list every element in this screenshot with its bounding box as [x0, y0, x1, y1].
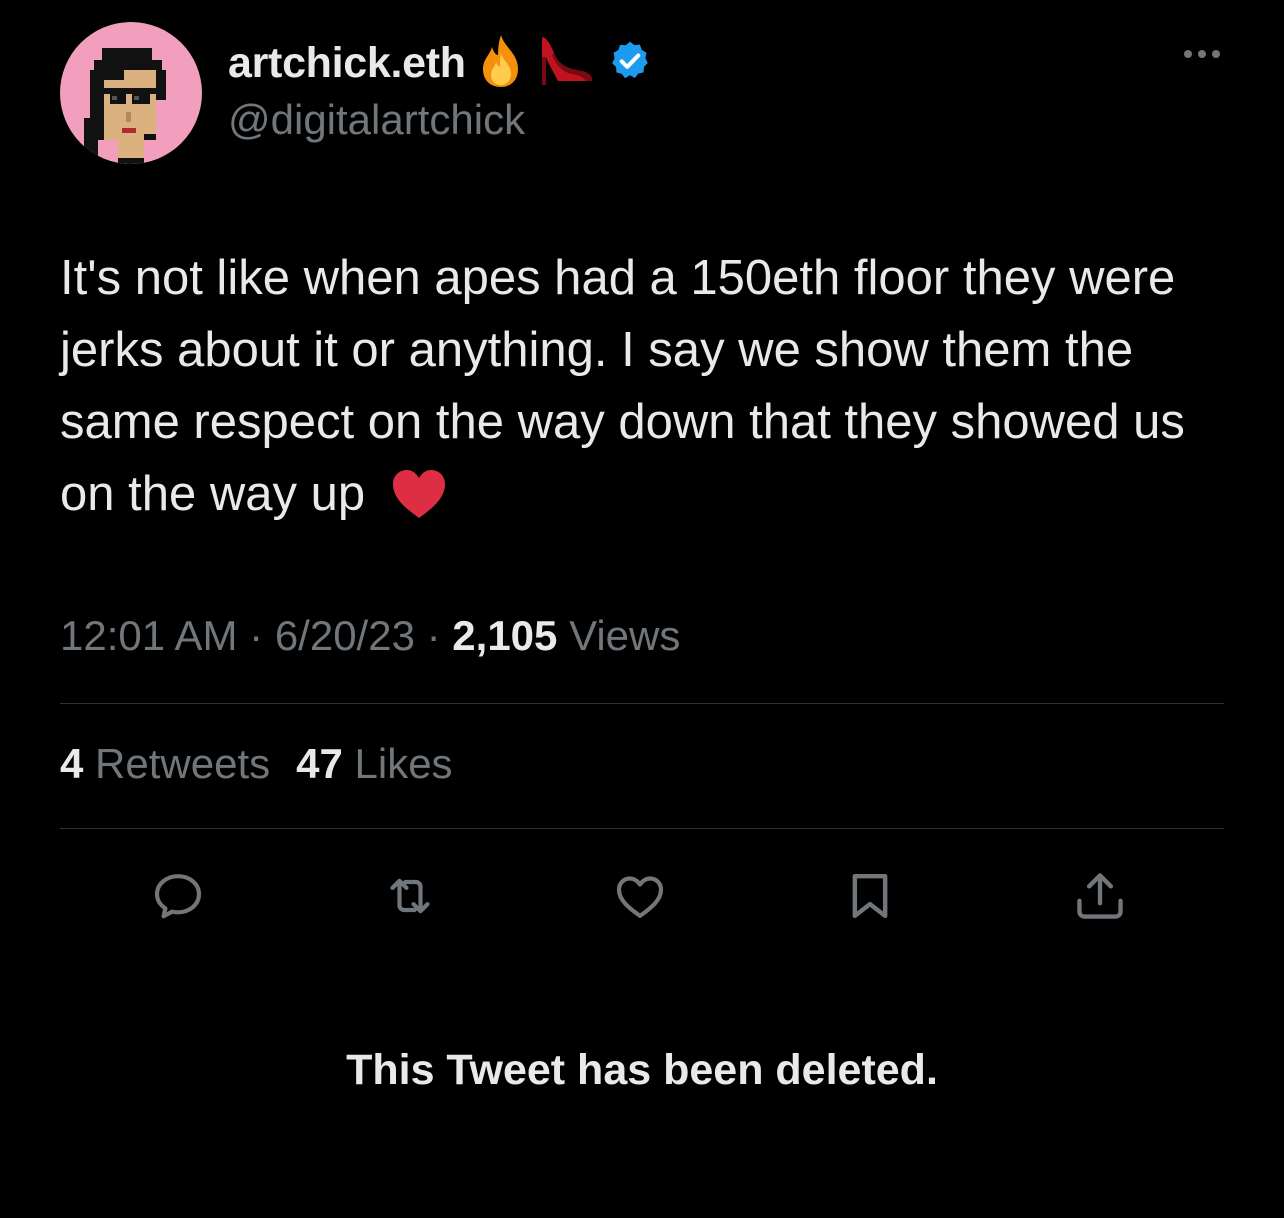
like-icon	[616, 876, 664, 918]
like-button[interactable]	[610, 866, 670, 926]
bookmark-icon	[852, 873, 888, 919]
share-button[interactable]	[1070, 866, 1130, 926]
tweet-body: It's not like when apes had a 150eth flo…	[60, 251, 1185, 521]
bookmark-button[interactable]	[840, 866, 900, 926]
likes-label: Likes	[354, 740, 453, 787]
high-heel-icon	[536, 33, 596, 94]
likes-stat[interactable]: 47 Likes	[296, 740, 452, 787]
tweet-date[interactable]: 6/20/23	[275, 612, 415, 659]
more-dot	[1198, 50, 1206, 58]
more-dot	[1212, 50, 1220, 58]
views-label: Views	[569, 612, 681, 659]
reply-icon	[154, 874, 202, 919]
likes-count: 47	[296, 740, 343, 787]
views-count: 2,105	[452, 612, 558, 659]
separator-dot: ·	[426, 612, 441, 659]
author-name-row[interactable]: artchick.eth	[228, 34, 652, 92]
retweet-button[interactable]	[380, 866, 440, 926]
divider	[60, 703, 1224, 704]
retweets-stat[interactable]: 4 Retweets	[60, 740, 270, 787]
tweet-time[interactable]: 12:01 AM	[60, 612, 237, 659]
tweet-metadata: 12:01 AM · 6/20/23 · 2,105 Views	[60, 612, 680, 660]
divider	[60, 828, 1224, 829]
more-options-icon[interactable]	[1184, 50, 1220, 58]
retweets-label: Retweets	[95, 740, 271, 787]
pixel-punk-avatar-image	[84, 48, 166, 164]
red-heart-icon	[391, 468, 447, 540]
tweet-text: It's not like when apes had a 150eth flo…	[60, 242, 1210, 540]
deleted-tweet-notice: This Tweet has been deleted.	[346, 1046, 938, 1094]
verified-badge-icon	[608, 39, 652, 88]
reply-button[interactable]	[148, 866, 208, 926]
retweets-count: 4	[60, 740, 84, 787]
more-dot	[1184, 50, 1192, 58]
fire-icon	[478, 33, 524, 94]
separator-dot: ·	[249, 612, 264, 659]
author-handle[interactable]: @digitalartchick	[228, 96, 525, 144]
share-icon	[1077, 873, 1123, 919]
author-display-name[interactable]: artchick.eth	[228, 39, 466, 88]
avatar[interactable]	[60, 22, 202, 164]
engagement-stats: 4 Retweets 47 Likes	[60, 740, 453, 788]
action-bar	[0, 866, 1284, 926]
retweet-icon	[390, 878, 430, 914]
